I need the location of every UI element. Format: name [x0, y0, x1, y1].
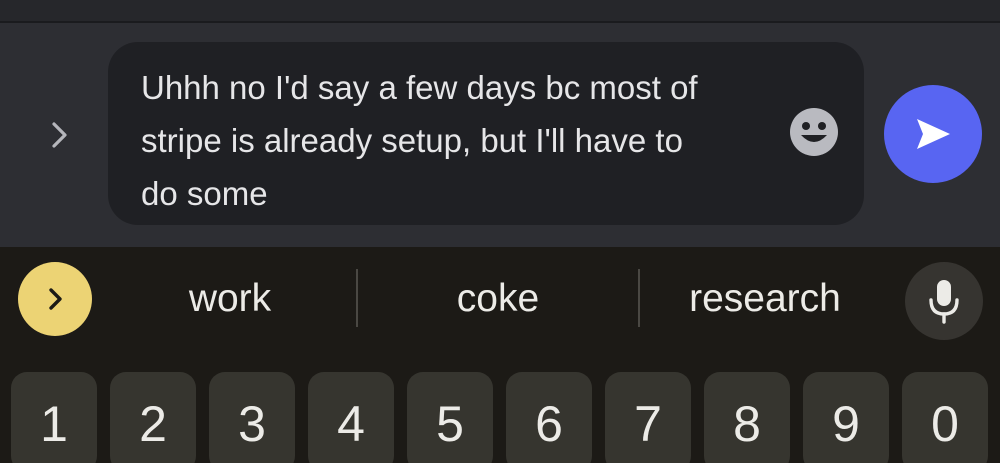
suggestion-divider — [638, 269, 640, 327]
key-1[interactable]: 1 — [11, 372, 97, 463]
message-composer: Uhhh no I'd say a few days bc most of st… — [0, 23, 1000, 247]
keyboard-toolbar-expand-button[interactable] — [18, 262, 92, 336]
voice-input-button[interactable] — [905, 262, 983, 340]
send-arrow-icon — [917, 119, 950, 149]
emoji-button[interactable] — [786, 104, 842, 160]
send-button[interactable] — [884, 85, 982, 183]
suggestion-divider — [356, 269, 358, 327]
chevron-right-icon — [49, 288, 62, 310]
key-7[interactable]: 7 — [605, 372, 691, 463]
microphone-icon — [929, 280, 959, 324]
key-0[interactable]: 0 — [902, 372, 988, 463]
suggestion-work[interactable]: work — [140, 269, 320, 329]
screen: Uhhh no I'd say a few days bc most of st… — [0, 0, 1000, 463]
suggestion-coke[interactable]: coke — [398, 269, 598, 329]
key-6[interactable]: 6 — [506, 372, 592, 463]
key-4[interactable]: 4 — [308, 372, 394, 463]
expand-actions-button[interactable] — [36, 112, 82, 158]
chat-area-edge — [0, 0, 1000, 22]
number-row: 1 2 3 4 5 6 7 8 9 0 — [0, 372, 1000, 463]
smiley-face-icon — [790, 108, 838, 156]
key-2[interactable]: 2 — [110, 372, 196, 463]
suggestion-research[interactable]: research — [662, 269, 868, 329]
keyboard: work coke research 1 2 3 4 5 6 7 8 9 0 — [0, 247, 1000, 463]
key-5[interactable]: 5 — [407, 372, 493, 463]
message-text: Uhhh no I'd say a few days bc most of st… — [141, 69, 698, 212]
key-9[interactable]: 9 — [803, 372, 889, 463]
chevron-right-icon — [52, 122, 67, 148]
message-input[interactable]: Uhhh no I'd say a few days bc most of st… — [108, 42, 864, 225]
key-3[interactable]: 3 — [209, 372, 295, 463]
key-8[interactable]: 8 — [704, 372, 790, 463]
